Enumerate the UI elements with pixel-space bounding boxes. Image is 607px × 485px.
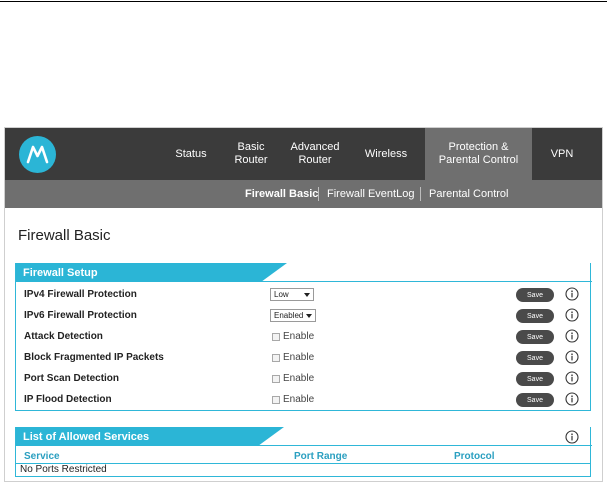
save-button[interactable]: Save xyxy=(516,372,554,386)
info-icon[interactable] xyxy=(565,329,579,343)
subnav-parental-control[interactable]: Parental Control xyxy=(429,180,509,208)
enable-toggle: Enable xyxy=(272,373,314,384)
info-icon[interactable] xyxy=(565,287,579,301)
checkbox-label: Enable xyxy=(283,373,315,384)
checkbox-label: Enable xyxy=(283,394,315,405)
firewall-row-port-scan: Port Scan Detection Enable Save xyxy=(16,369,592,390)
row-label: IPv4 Firewall Protection xyxy=(24,289,137,300)
page-title: Firewall Basic xyxy=(18,227,111,244)
firewall-row-ipv4: IPv4 Firewall Protection Low Save xyxy=(16,285,592,306)
save-button[interactable]: Save xyxy=(516,288,554,302)
subnav-divider xyxy=(318,187,319,201)
section-header: List of Allowed Services xyxy=(16,427,592,446)
enable-toggle: Enable xyxy=(272,352,314,363)
row-label: Attack Detection xyxy=(24,331,103,342)
nav-wireless[interactable]: Wireless xyxy=(359,128,413,180)
checkbox-label: Enable xyxy=(283,352,315,363)
save-button[interactable]: Save xyxy=(516,393,554,407)
section-tab-tail xyxy=(261,263,287,282)
enable-checkbox[interactable] xyxy=(272,395,280,404)
enable-toggle: Enable xyxy=(272,331,314,342)
enable-toggle: Enable xyxy=(272,394,314,405)
save-button[interactable]: Save xyxy=(516,330,554,344)
subnav-divider xyxy=(420,187,421,201)
row-label: Block Fragmented IP Packets xyxy=(24,352,164,363)
select-value: Low xyxy=(274,290,289,299)
top-divider xyxy=(0,1,607,2)
row-label: IP Flood Detection xyxy=(24,394,112,405)
firewall-row-ip-flood: IP Flood Detection Enable Save xyxy=(16,390,592,411)
nav-vpn[interactable]: VPN xyxy=(543,128,581,180)
ipv6-firewall-select[interactable]: Enabled xyxy=(270,309,316,322)
nav-basic-router[interactable]: Basic Router xyxy=(227,128,275,180)
info-icon[interactable] xyxy=(565,371,579,385)
info-icon[interactable] xyxy=(565,350,579,364)
info-icon[interactable] xyxy=(565,308,579,322)
section-title: List of Allowed Services xyxy=(16,427,258,446)
firewall-row-attack-detection: Attack Detection Enable Save xyxy=(16,327,592,348)
sub-navigation: Firewall Basic Firewall EventLog Parenta… xyxy=(5,180,602,208)
motorola-batwing-icon xyxy=(26,145,49,164)
firewall-row-block-fragmented: Block Fragmented IP Packets Enable Save xyxy=(16,348,592,369)
nav-protection-parental-control[interactable]: Protection & Parental Control xyxy=(425,128,532,180)
nav-advanced-router[interactable]: Advanced Router xyxy=(285,128,345,180)
allowed-services-section: List of Allowed Services Service Port Ra… xyxy=(15,427,592,477)
column-header-protocol: Protocol xyxy=(454,451,495,462)
chevron-down-icon xyxy=(306,314,312,318)
row-label: IPv6 Firewall Protection xyxy=(24,310,137,321)
motorola-logo-icon[interactable] xyxy=(19,136,56,173)
enable-checkbox[interactable] xyxy=(272,374,280,383)
section-tab-tail xyxy=(258,427,284,446)
checkbox-label: Enable xyxy=(283,331,315,342)
subnav-firewall-eventlog[interactable]: Firewall EventLog xyxy=(327,180,414,208)
chevron-down-icon xyxy=(304,293,310,297)
enable-checkbox[interactable] xyxy=(272,353,280,362)
column-header-port-range: Port Range xyxy=(294,451,348,462)
subnav-firewall-basic[interactable]: Firewall Basic xyxy=(245,180,318,208)
router-admin-panel: Status Basic Router Advanced Router Wire… xyxy=(4,127,603,482)
row-label: Port Scan Detection xyxy=(24,373,120,384)
save-button[interactable]: Save xyxy=(516,351,554,365)
select-value: Enabled xyxy=(274,311,304,320)
top-navigation: Status Basic Router Advanced Router Wire… xyxy=(5,128,602,180)
empty-list-text: No Ports Restricted xyxy=(20,464,107,475)
save-button[interactable]: Save xyxy=(516,309,554,323)
info-icon[interactable] xyxy=(565,430,579,444)
firewall-row-ipv6: IPv6 Firewall Protection Enabled Save xyxy=(16,306,592,327)
firewall-setup-section: Firewall Setup IPv4 Firewall Protection … xyxy=(15,263,592,411)
section-title: Firewall Setup xyxy=(16,263,261,282)
nav-status[interactable]: Status xyxy=(169,128,213,180)
column-header-service: Service xyxy=(24,451,60,462)
section-header: Firewall Setup xyxy=(16,263,592,282)
ipv4-firewall-select[interactable]: Low xyxy=(270,288,314,301)
info-icon[interactable] xyxy=(565,392,579,406)
enable-checkbox[interactable] xyxy=(272,332,280,341)
